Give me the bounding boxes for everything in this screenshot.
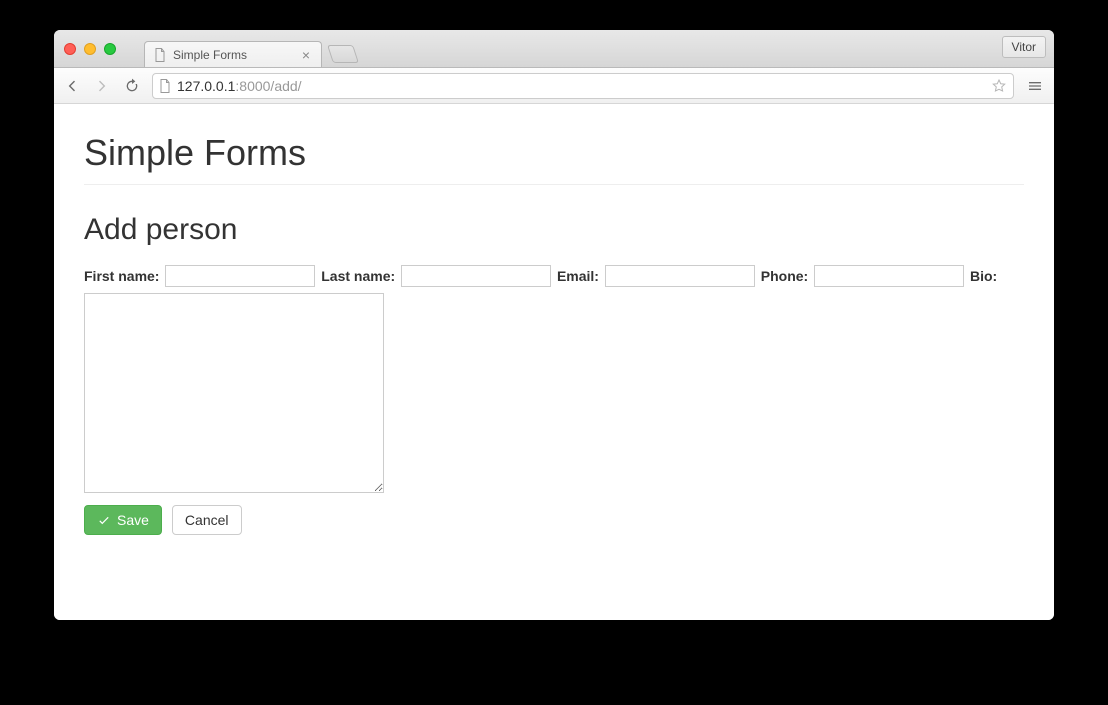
first-name-label: First name: [84,268,159,284]
bio-label: Bio: [970,268,997,284]
cancel-button-label: Cancel [185,512,229,528]
browser-window: Simple Forms × Vitor 127.0.0.1:8000/add/ [54,30,1054,620]
cancel-button[interactable]: Cancel [172,505,242,535]
zoom-window-button[interactable] [104,43,116,55]
file-icon [153,48,167,62]
page-heading: Add person [84,213,1024,247]
profile-chip[interactable]: Vitor [1002,36,1046,58]
hamburger-menu-icon[interactable] [1024,75,1046,97]
last-name-field[interactable] [401,265,551,287]
url-host: 127.0.0.1 [177,78,235,94]
toolbar: 127.0.0.1:8000/add/ [54,68,1054,104]
forward-button[interactable] [92,76,112,96]
form-actions: Save Cancel [84,505,1024,535]
titlebar: Simple Forms × Vitor [54,30,1054,68]
minimize-window-button[interactable] [84,43,96,55]
window-controls [54,43,116,55]
browser-tab[interactable]: Simple Forms × [144,41,322,67]
phone-field[interactable] [814,265,964,287]
phone-label: Phone: [761,268,808,284]
close-tab-icon[interactable]: × [299,48,313,62]
url-text: 127.0.0.1:8000/add/ [177,78,302,94]
tabstrip: Simple Forms × [144,30,356,67]
save-button-label: Save [117,512,149,528]
file-icon [159,79,171,93]
reload-button[interactable] [122,76,142,96]
save-button[interactable]: Save [84,505,162,535]
page-viewport: Simple Forms Add person First name: Last… [54,104,1054,620]
bio-textarea[interactable] [84,293,384,493]
form: First name: Last name: Email: Phone: Bio… [84,265,1024,493]
close-window-button[interactable] [64,43,76,55]
email-field[interactable] [605,265,755,287]
address-bar[interactable]: 127.0.0.1:8000/add/ [152,73,1014,99]
url-rest: :8000/add/ [235,78,301,94]
email-label: Email: [557,268,599,284]
bookmark-star-icon[interactable] [991,78,1007,94]
check-icon [97,513,111,527]
divider [84,184,1024,185]
site-title: Simple Forms [84,132,1024,174]
tab-title: Simple Forms [173,48,247,62]
first-name-field[interactable] [165,265,315,287]
back-button[interactable] [62,76,82,96]
new-tab-button[interactable] [327,45,359,63]
last-name-label: Last name: [321,268,395,284]
